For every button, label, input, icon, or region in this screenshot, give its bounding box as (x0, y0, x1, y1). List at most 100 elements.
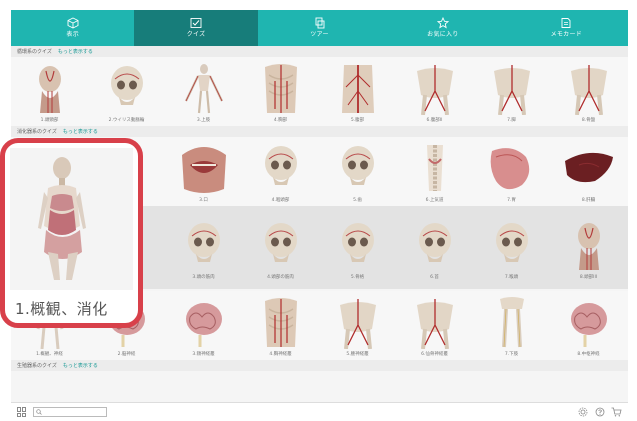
quiz-item[interactable]: 6.上気道 (396, 137, 473, 206)
quiz-item[interactable]: 5.骨格 (319, 214, 396, 289)
search-input[interactable] (33, 407, 107, 417)
grid-view-icon[interactable] (17, 407, 27, 417)
quiz-item[interactable]: 3.頭の筋肉 (165, 214, 242, 289)
show-more-link[interactable]: もっと表示する (63, 128, 98, 135)
quiz-item[interactable]: 8.頭部III (550, 214, 627, 289)
nav-tab-label: メモカード (550, 31, 583, 38)
section-header: 循環系のクイズ もっと表示する (11, 46, 628, 57)
quiz-item[interactable]: 1.頭頸部 (11, 57, 88, 126)
quiz-item[interactable]: 7.喉頭 (473, 214, 550, 289)
quiz-item[interactable]: 4.咽頭部 (242, 137, 319, 206)
quiz-item[interactable]: 4.頭部の筋肉 (242, 214, 319, 289)
anatomy-thumbnail (264, 146, 297, 185)
anatomy-thumbnail (185, 303, 222, 347)
quiz-row: 1.頭頸部 2.ウイリス動脈輪 3.上肢 4.胸部 5.腹部 6.腹部II 7.脚 8.骨盤 (11, 57, 628, 126)
quiz-icon (190, 17, 203, 29)
anatomy-thumbnail (187, 223, 220, 262)
anatomy-thumbnail (38, 66, 61, 113)
quiz-item-label: 4.胸神経叢 (269, 352, 292, 357)
nav-tab-label: 表示 (66, 31, 79, 38)
anatomy-thumbnail (499, 297, 524, 348)
quiz-item-label: 8.中枢神経 (577, 352, 600, 357)
anatomy-thumbnail (341, 146, 374, 185)
quiz-thumbnail (10, 148, 133, 290)
highlighted-quiz-card[interactable]: 1.概観、消化 (0, 138, 143, 328)
anatomy-thumbnail (416, 299, 453, 349)
quiz-item-label: 6.首 (430, 275, 439, 280)
section-header: 生殖器系のクイズ もっと表示する (11, 360, 628, 371)
nav-tab-label: ツアー (310, 31, 329, 38)
quiz-item[interactable]: 6.腹部II (396, 57, 473, 126)
anatomy-thumbnail (564, 152, 613, 183)
section-title: 消化器系のクイズ (17, 129, 57, 135)
quiz-item[interactable]: 4.胸部 (242, 57, 319, 126)
section-title: 循環系のクイズ (17, 49, 52, 55)
settings-icon[interactable] (577, 407, 588, 418)
quiz-item[interactable]: 5.歯 (319, 137, 396, 206)
quiz-item-label: 2.脳神経 (117, 352, 136, 357)
quiz-item-label: 3.上肢 (196, 118, 211, 123)
anatomy-thumbnail (495, 223, 528, 262)
nav-tab-label: クイズ (186, 31, 206, 38)
show-more-link[interactable]: もっと表示する (58, 48, 93, 55)
quiz-item-label: 7.下肢 (504, 352, 519, 357)
quiz-item-label: 4.頭部の筋肉 (267, 275, 294, 280)
quiz-title: 1.概観、消化 (15, 300, 108, 318)
quiz-item[interactable]: 7.脚 (473, 57, 550, 126)
anatomy-thumbnail (264, 64, 297, 113)
quiz-item-label: 7.胃 (507, 198, 516, 203)
nav-tab-quiz[interactable]: クイズ (134, 10, 258, 46)
anatomy-thumbnail (570, 303, 607, 347)
anatomy-thumbnail (418, 223, 451, 262)
anatomy-thumbnail (110, 66, 143, 105)
anatomy-thumbnail (181, 147, 226, 193)
anatomy-thumbnail (264, 223, 297, 262)
quiz-item-label: 3.口 (199, 198, 208, 203)
cart-icon[interactable] (611, 407, 622, 418)
nav-tab-label: お気に入り (427, 31, 459, 38)
quiz-item[interactable]: 5.腹部 (319, 57, 396, 126)
anatomy-thumbnail (493, 65, 530, 115)
quiz-item-label: 5.歯 (353, 198, 362, 203)
quiz-item-label: 1.頭頸部 (40, 118, 59, 123)
section-title: 生殖器系のクイズ (17, 363, 57, 369)
help-icon[interactable] (594, 407, 605, 418)
anatomy-thumbnail (184, 64, 223, 114)
quiz-item[interactable]: 8.中枢神経 (550, 291, 627, 360)
nav-tab-tour[interactable]: ツアー (258, 10, 381, 46)
quiz-item-label: 6.腹部II (426, 118, 443, 123)
anatomy-thumbnail (570, 65, 607, 115)
quiz-item[interactable]: 7.下肢 (473, 291, 550, 360)
quiz-item-label: 4.咽頭部 (271, 198, 290, 203)
quiz-item[interactable]: 3.頸神経叢 (165, 291, 242, 360)
quiz-item-label: 3.頭の筋肉 (192, 275, 215, 280)
quiz-item-label: 2.ウイリス動脈輪 (108, 118, 145, 123)
quiz-item-label: 6.仙骨神経叢 (421, 352, 448, 357)
quiz-item[interactable]: 2.ウイリス動脈輪 (88, 57, 165, 126)
nav-tab-view[interactable]: 表示 (11, 10, 134, 46)
quiz-item[interactable]: 5.腰神経叢 (319, 291, 396, 360)
quiz-item-label: 4.胸部 (273, 118, 288, 123)
quiz-item-label: 5.腹部 (350, 118, 365, 123)
quiz-item-label: 8.肝臓 (581, 198, 596, 203)
anatomy-thumbnail (339, 299, 376, 349)
quiz-item-label: 5.腰神経叢 (346, 352, 369, 357)
anatomy-thumbnail (490, 148, 529, 190)
quiz-item-label: 8.頭部III (579, 275, 598, 280)
star-icon (436, 17, 449, 29)
quiz-item[interactable]: 4.胸神経叢 (242, 291, 319, 360)
quiz-item[interactable]: 6.首 (396, 214, 473, 289)
nav-tab-favorites[interactable]: お気に入り (381, 10, 504, 46)
nav-tab-memo-cards[interactable]: メモカード (505, 10, 628, 46)
cube-icon (66, 17, 79, 29)
quiz-item[interactable]: 3.上肢 (165, 57, 242, 126)
quiz-item[interactable]: 3.口 (165, 137, 242, 206)
quiz-item-label: 8.骨盤 (581, 118, 596, 123)
show-more-link[interactable]: もっと表示する (63, 362, 98, 369)
quiz-item[interactable]: 6.仙骨神経叢 (396, 291, 473, 360)
quiz-item[interactable]: 7.胃 (473, 137, 550, 206)
search-icon (36, 409, 42, 415)
quiz-item[interactable]: 8.肝臓 (550, 137, 627, 206)
memo-card-icon (560, 17, 573, 29)
quiz-item[interactable]: 8.骨盤 (550, 57, 627, 126)
